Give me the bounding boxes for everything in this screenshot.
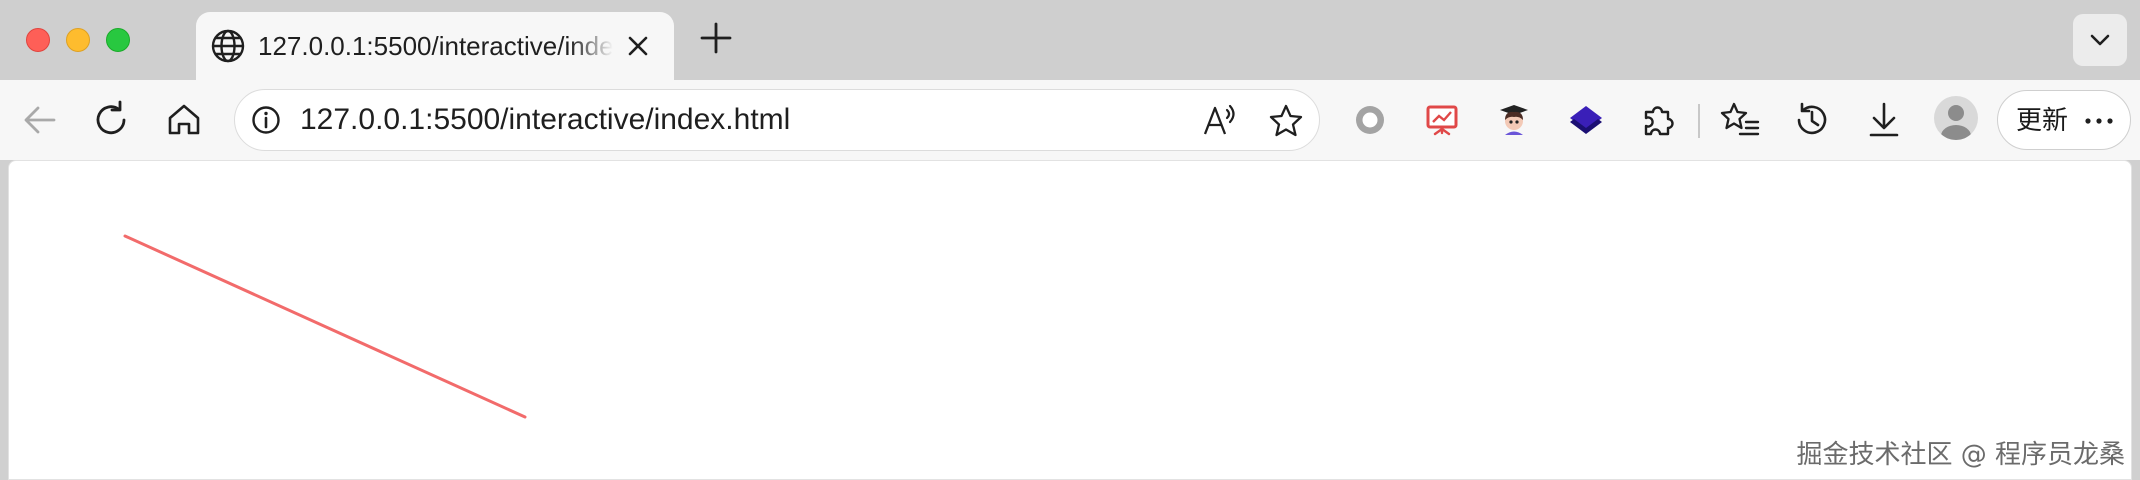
avatar-extension-icon (1500, 105, 1528, 135)
profile-avatar-icon (1934, 96, 1978, 140)
downloads-button[interactable] (1862, 98, 1906, 142)
read-aloud-icon[interactable] (1201, 102, 1239, 140)
window-close-button[interactable] (26, 28, 50, 52)
layers-extension-button[interactable] (1564, 98, 1608, 142)
favorites-icon (1720, 102, 1760, 136)
toolbar: 127.0.0.1:5500/interactive/index.html 更新 (0, 80, 2140, 160)
page-viewport: 掘金技术社区 @ 程序员龙桑 (8, 160, 2132, 480)
history-icon (1797, 102, 1827, 135)
window-minimize-button[interactable] (66, 28, 90, 52)
favorites-button[interactable] (1718, 98, 1762, 142)
tab-close-icon[interactable] (622, 30, 654, 62)
more-icon[interactable] (2082, 105, 2116, 137)
downloads-icon (1869, 102, 1899, 137)
window-maximize-button[interactable] (106, 28, 130, 52)
favorite-star-icon[interactable] (1267, 102, 1305, 140)
record-extension-button[interactable] (1348, 98, 1392, 142)
update-label: 更新 (2016, 106, 2069, 136)
avatar-extension-button[interactable] (1492, 98, 1536, 142)
profile-button[interactable] (1932, 94, 1980, 142)
back-icon (24, 106, 56, 134)
extensions-puzzle-icon (1644, 106, 1674, 136)
globe-icon (211, 29, 245, 63)
url-input[interactable]: 127.0.0.1:5500/interactive/index.html (300, 102, 1100, 138)
home-button[interactable] (162, 98, 206, 142)
browser-window: 127.0.0.1:5500/interactive/index.html (0, 0, 2140, 480)
presentation-extension-button[interactable] (1420, 98, 1464, 142)
new-tab-icon[interactable] (696, 18, 736, 58)
history-button[interactable] (1790, 98, 1834, 142)
info-icon[interactable] (249, 103, 283, 137)
layers-extension-icon (1570, 106, 1602, 134)
tab-strip: 127.0.0.1:5500/interactive/index.html (0, 0, 2140, 80)
update-button[interactable]: 更新 (1997, 90, 2131, 150)
home-icon (168, 104, 200, 135)
address-bar[interactable]: 127.0.0.1:5500/interactive/index.html (234, 89, 1320, 151)
page-canvas (123, 234, 527, 419)
tab-title: 127.0.0.1:5500/interactive/index.html (258, 31, 613, 61)
reload-icon (96, 100, 126, 135)
presentation-extension-icon (1426, 105, 1458, 136)
chevron-down-icon (2090, 34, 2110, 46)
active-tab[interactable]: 127.0.0.1:5500/interactive/index.html (196, 12, 674, 80)
watermark-text: 掘金技术社区 @ 程序员龙桑 (1796, 440, 2125, 470)
tab-actions-button[interactable] (2073, 14, 2127, 66)
extensions-button[interactable] (1636, 98, 1680, 142)
toolbar-divider (1698, 104, 1700, 138)
back-button[interactable] (18, 98, 62, 142)
drawn-line (123, 234, 527, 419)
record-circle-icon (1356, 106, 1384, 134)
reload-button[interactable] (90, 98, 134, 142)
